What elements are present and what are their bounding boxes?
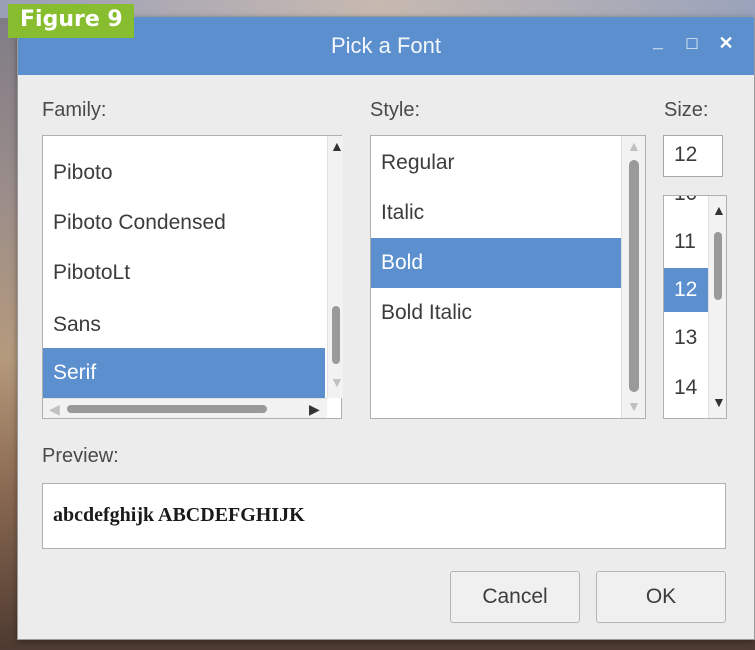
size-list[interactable]: 10 11 12 13 14 ▲ ▼ bbox=[663, 195, 727, 419]
list-item-selected[interactable]: Serif bbox=[43, 348, 325, 398]
scroll-thumb[interactable] bbox=[332, 306, 340, 364]
size-vertical-scrollbar[interactable]: ▲ ▼ bbox=[708, 196, 726, 418]
maximize-icon[interactable]: □ bbox=[680, 33, 704, 54]
style-list[interactable]: Regular Italic Bold Bold Italic ▲ ▼ bbox=[370, 135, 646, 419]
scroll-thumb[interactable] bbox=[67, 405, 267, 413]
font-picker-dialog: Pick a Font _ □ ✕ Family: Piboto Piboto … bbox=[17, 16, 755, 640]
figure-badge: Figure 9 bbox=[8, 4, 134, 38]
scroll-up-icon[interactable]: ▲ bbox=[627, 138, 641, 154]
family-vertical-scrollbar[interactable]: ▲ ▼ bbox=[327, 136, 344, 398]
style-label: Style: bbox=[370, 99, 421, 121]
close-icon[interactable]: ✕ bbox=[714, 33, 738, 54]
size-input[interactable]: 12 bbox=[663, 135, 723, 177]
size-label: Size: bbox=[664, 99, 709, 121]
preview-text[interactable]: abcdefghijk ABCDEFGHIJK bbox=[42, 483, 726, 549]
style-vertical-scrollbar[interactable]: ▲ ▼ bbox=[621, 136, 645, 418]
family-label: Family: bbox=[42, 99, 107, 121]
scroll-left-icon[interactable]: ◀ bbox=[49, 401, 60, 418]
ok-button[interactable]: OK bbox=[596, 571, 726, 623]
scroll-right-icon[interactable]: ▶ bbox=[309, 401, 320, 418]
minimize-icon[interactable]: _ bbox=[646, 31, 670, 52]
list-item[interactable]: 11 bbox=[664, 220, 708, 264]
list-item-selected[interactable]: Bold bbox=[371, 238, 621, 288]
scroll-down-icon[interactable]: ▼ bbox=[712, 394, 726, 410]
scroll-down-icon[interactable]: ▼ bbox=[627, 398, 641, 414]
list-item[interactable]: Piboto bbox=[43, 148, 325, 198]
scroll-down-icon[interactable]: ▼ bbox=[330, 374, 344, 390]
list-item[interactable]: Piboto Condensed bbox=[43, 198, 325, 248]
scroll-thumb[interactable] bbox=[629, 160, 639, 392]
list-item[interactable]: Bold Italic bbox=[371, 288, 621, 338]
list-item[interactable]: 14 bbox=[664, 366, 708, 410]
preview-label: Preview: bbox=[42, 445, 119, 467]
list-item[interactable]: 10 bbox=[664, 196, 708, 216]
cancel-button[interactable]: Cancel bbox=[450, 571, 580, 623]
scroll-up-icon[interactable]: ▲ bbox=[330, 138, 344, 154]
family-horizontal-scrollbar[interactable]: ◀ ▶ bbox=[43, 398, 327, 418]
list-item[interactable]: Italic bbox=[371, 188, 621, 238]
scroll-thumb[interactable] bbox=[714, 232, 722, 300]
list-item[interactable]: 13 bbox=[664, 316, 708, 360]
list-item[interactable]: PibotoLt bbox=[43, 248, 325, 298]
list-item[interactable]: Sans bbox=[43, 300, 325, 350]
scroll-up-icon[interactable]: ▲ bbox=[712, 202, 726, 218]
family-list[interactable]: Piboto Piboto Condensed PibotoLt Sans Se… bbox=[42, 135, 344, 419]
list-item[interactable]: Regular bbox=[371, 138, 621, 188]
list-item-selected[interactable]: 12 bbox=[664, 268, 708, 312]
